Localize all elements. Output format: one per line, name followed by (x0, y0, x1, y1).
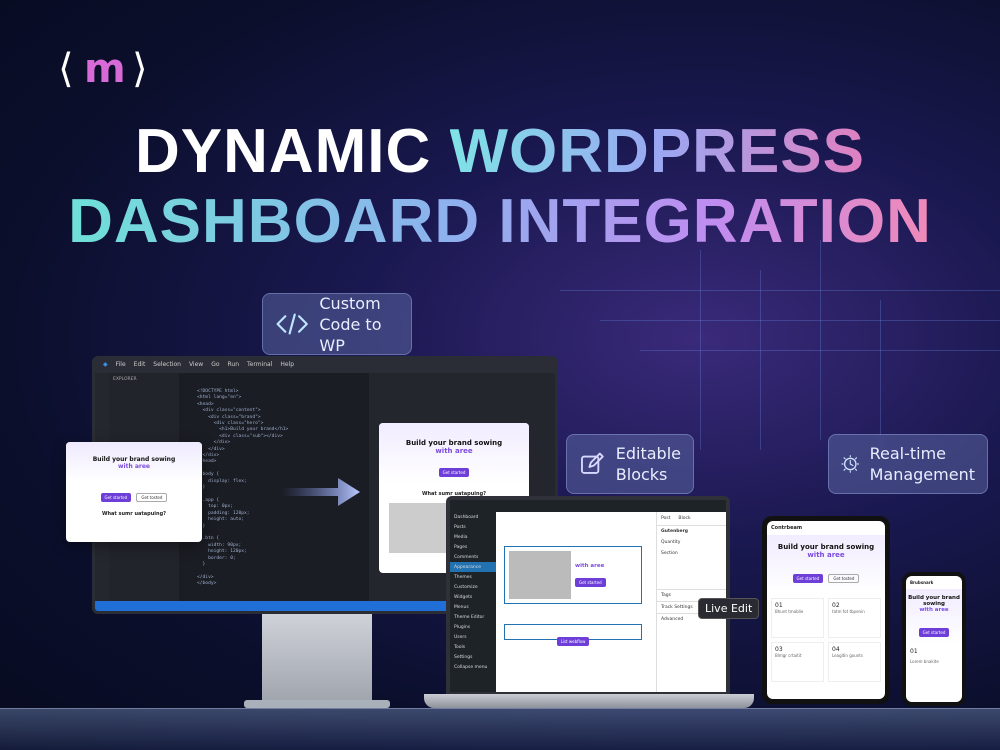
wp-panel-section[interactable]: Section (657, 548, 726, 559)
brand-logo: ⟨ m ⟩ (58, 46, 158, 94)
menu-go[interactable]: Go (211, 361, 219, 371)
wp-button-block[interactable]: List webflow (504, 624, 642, 646)
wp-editor-canvas[interactable]: Build your brand sowing with aree Get st… (496, 512, 656, 692)
wp-list-button[interactable]: List webflow (556, 637, 590, 646)
tablet-hero-title: Build your brand sowing (777, 543, 875, 551)
wp-media-text-block[interactable]: Build your brand sowing with aree Get st… (504, 546, 642, 604)
wp-menu-theme-editor[interactable]: Theme Editor (450, 612, 496, 622)
floating-site-card: Build your brand sowing with aree Get st… (66, 442, 202, 542)
wp-menu-widgets[interactable]: Widgets (450, 592, 496, 602)
preview-cta-button[interactable]: Get started (438, 468, 470, 477)
vscode-logo-icon: ◆ (103, 361, 108, 368)
headline-word-dynamic: DYNAMIC (134, 117, 432, 186)
vscode-menubar: ◆ File Edit Selection View Go Run Termin… (95, 359, 555, 373)
menu-view[interactable]: View (189, 361, 203, 371)
floating-hero-accent: with aree (118, 463, 150, 470)
menu-edit[interactable]: Edit (134, 361, 146, 371)
wp-admin-sidebar: Dashboard Posts Media Pages Comments App… (450, 512, 496, 692)
menu-selection[interactable]: Selection (153, 361, 181, 371)
headline-line-1: DYNAMIC WORDPRESS (0, 118, 1000, 186)
monitor-stand (262, 614, 372, 706)
tablet-card: 04 Leagitin gounts (828, 642, 881, 682)
phone-card-number: 01 (910, 648, 918, 655)
wp-panel-quantity[interactable]: Quantity (657, 537, 726, 548)
wp-menu-media[interactable]: Media (450, 532, 496, 542)
floating-cta-secondary[interactable]: Get tosted (136, 493, 168, 502)
tablet-cta-secondary[interactable]: Get tosted (828, 574, 860, 583)
edit-pencil-icon (581, 452, 604, 474)
wp-menu-pages[interactable]: Pages (450, 542, 496, 552)
live-edit-tooltip: Live Edit (698, 598, 760, 619)
badge-editable-blocks: Editable Blocks (566, 434, 694, 494)
desk-surface (0, 708, 1000, 750)
wp-menu-menus[interactable]: Menus (450, 602, 496, 612)
wp-block-heading: Build your brand sowing (575, 551, 627, 563)
menu-run[interactable]: Run (228, 361, 240, 371)
wp-menu-appearance[interactable]: Appearance (450, 562, 496, 572)
wp-menu-plugins[interactable]: Plugins (450, 622, 496, 632)
wp-menu-collapse[interactable]: Collapse menu (450, 662, 496, 672)
tablet-app-name: Contrbeam (771, 525, 803, 531)
code-brackets-icon (276, 313, 308, 335)
tablet-card: 03 Blmgr crtaitit (771, 642, 824, 682)
headline-line-2: DASHBOARD INTEGRATION (0, 188, 1000, 256)
badge-custom-code-label: Custom Code to WP (319, 293, 382, 355)
wp-menu-comments[interactable]: Comments (450, 552, 496, 562)
preview-hero-title: Build your brand sowing (405, 439, 503, 447)
badge-editable-blocks-label: Editable Blocks (615, 444, 681, 484)
menu-help[interactable]: Help (280, 361, 294, 371)
tablet-cta-primary[interactable]: Get started (792, 574, 824, 583)
badge-realtime: Real-time Management (828, 434, 988, 494)
logo-left-bracket: ⟨ (58, 46, 74, 92)
wp-menu-dashboard[interactable]: Dashboard (450, 512, 496, 522)
badge-realtime-label: Real-time Management (869, 444, 975, 484)
menu-terminal[interactable]: Terminal (247, 361, 272, 371)
floating-section-title: What sumr uatapuing? (101, 511, 167, 517)
wp-admin-bar (450, 500, 726, 512)
tablet-card: 02 tatm fot tbpenin (828, 598, 881, 638)
wp-menu-tools[interactable]: Tools (450, 642, 496, 652)
wp-tab-block[interactable]: Block (678, 516, 690, 521)
headline-word-wordpress: WORDPRESS (449, 117, 866, 186)
preview-hero-accent: with aree (435, 447, 473, 455)
tablet-hero-accent: with aree (807, 551, 845, 559)
tablet-screen: Contrbeam Build your brand sowing with a… (767, 521, 885, 699)
wp-menu-posts[interactable]: Posts (450, 522, 496, 532)
laptop-base (424, 694, 754, 708)
tablet-card: 01 Bhunt tmablie (771, 598, 824, 638)
floating-hero-title: Build your brand sowing (92, 456, 176, 463)
tablet-device: Contrbeam Build your brand sowing with a… (762, 516, 890, 704)
wp-menu-users[interactable]: Users (450, 632, 496, 642)
wp-block-image (509, 551, 571, 599)
logo-letter: m (84, 46, 126, 92)
preview-hero: Build your brand sowing with aree Get st… (379, 423, 529, 483)
wp-block-heading-accent: with aree (575, 563, 605, 569)
headline-dashboard-integration: DASHBOARD INTEGRATION (68, 187, 932, 256)
arrow-right-icon (282, 478, 360, 506)
floating-cta-primary[interactable]: Get started (100, 493, 132, 502)
clock-icon (841, 455, 860, 473)
phone-hero-accent: with aree (919, 607, 949, 613)
wp-menu-customize[interactable]: Customize (450, 582, 496, 592)
monitor-stand-base (244, 700, 390, 708)
wp-tab-post[interactable]: Post (661, 516, 670, 521)
phone-screen: Brubsnark Build your brand sowing with a… (906, 576, 962, 702)
explorer-title: EXPLORER (113, 377, 137, 382)
phone-device: Brubsnark Build your brand sowing with a… (902, 572, 966, 706)
wp-panel-gutenberg: Gutenberg (661, 529, 689, 534)
phone-cta[interactable]: Get started (918, 628, 950, 637)
logo-right-bracket: ⟩ (132, 46, 148, 92)
wp-block-button[interactable]: Get started (575, 578, 606, 587)
wp-menu-settings[interactable]: Settings (450, 652, 496, 662)
laptop-wordpress-editor: Dashboard Posts Media Pages Comments App… (446, 496, 730, 696)
floating-hero: Build your brand sowing with aree (66, 442, 202, 482)
wp-menu-themes[interactable]: Themes (450, 572, 496, 582)
badge-custom-code: Custom Code to WP (262, 293, 412, 355)
phone-app-name: Brubsnark (910, 580, 934, 585)
phone-hero-title: Build your brand sowing (908, 595, 960, 607)
menu-file[interactable]: File (116, 361, 126, 371)
phone-card-title: Lorem bnakite (910, 659, 939, 664)
